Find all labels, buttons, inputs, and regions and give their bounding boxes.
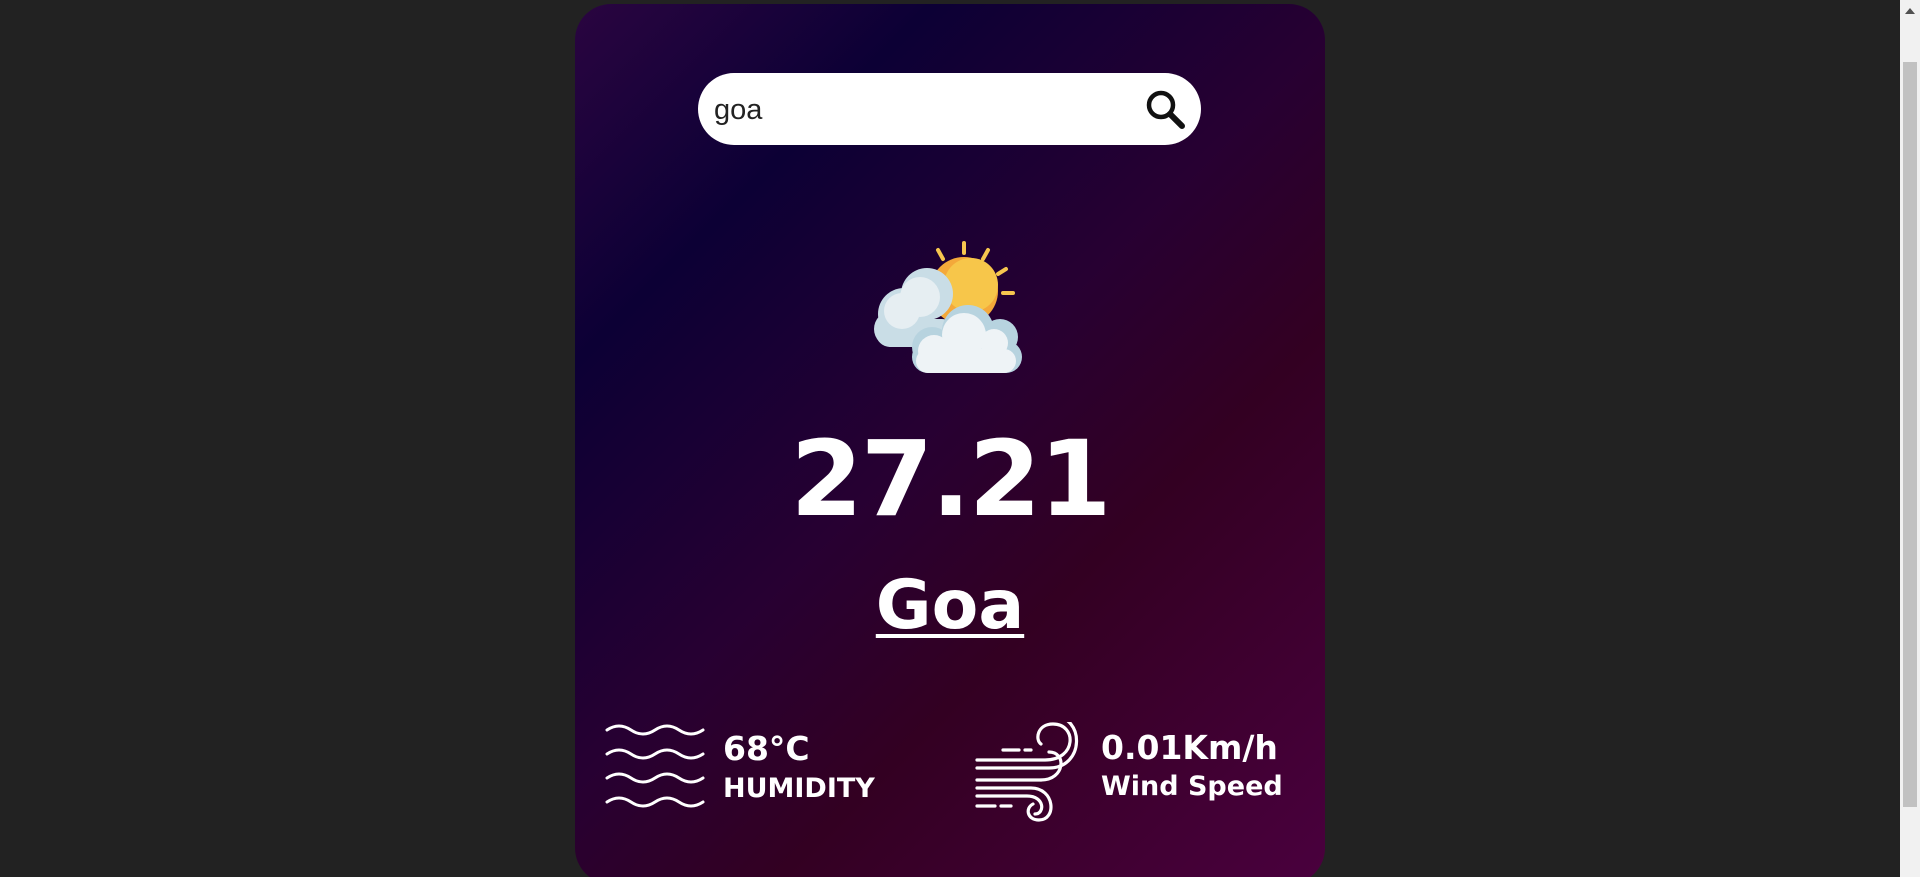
search-icon (1146, 90, 1185, 129)
scrollbar[interactable] (1900, 0, 1920, 877)
city-name: Goa (875, 566, 1025, 645)
wind-label: Wind Speed (1101, 771, 1283, 802)
page: 27.21 Goa 68°C HUMIDITY (0, 0, 1920, 877)
weather-card: 27.21 Goa 68°C HUMIDITY (575, 4, 1325, 877)
scroll-up-arrow-icon[interactable] (1900, 0, 1920, 22)
wind-value: 0.01Km/h (1101, 728, 1278, 767)
temperature: 27.21 (790, 418, 1112, 540)
humidity-value: 68°C (723, 729, 810, 768)
wind-icon (975, 722, 1079, 822)
scrollbar-thumb[interactable] (1903, 62, 1917, 807)
partly-cloudy-icon (874, 241, 1022, 373)
search-input[interactable] (712, 73, 1136, 147)
humidity-label: HUMIDITY (723, 773, 875, 804)
search-bar (698, 73, 1201, 147)
humidity-waves-icon (605, 724, 705, 808)
search-button[interactable] (1139, 83, 1191, 135)
